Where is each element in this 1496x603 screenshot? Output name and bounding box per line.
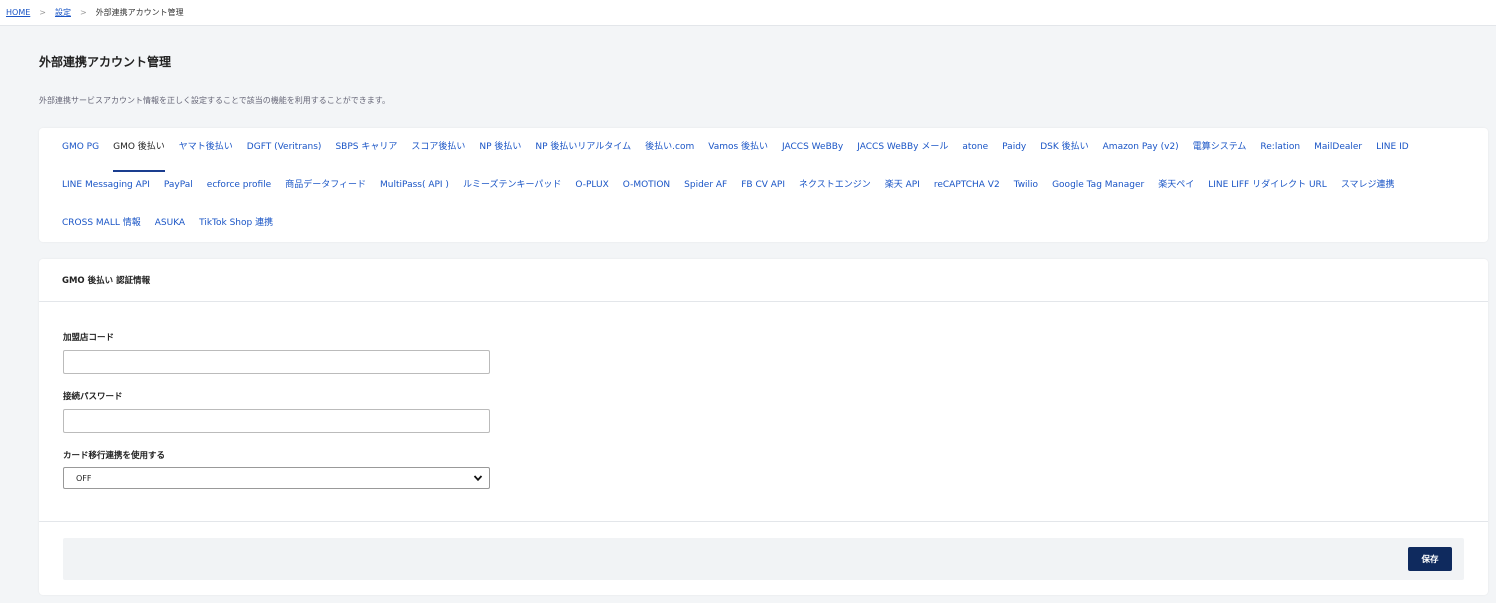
credentials-form-card: GMO 後払い 認証情報 加盟店コード 接続パスワード カード移行連携を使用する… [39, 259, 1488, 595]
shop-code-label: 加盟店コード [63, 333, 115, 343]
tab-item[interactable]: Vamos 後払い [708, 134, 768, 172]
breadcrumb-settings-link[interactable]: 設定 [55, 7, 71, 18]
tab-item[interactable]: MailDealer [1314, 134, 1362, 172]
tab-item[interactable]: Google Tag Manager [1052, 172, 1144, 210]
tab-item[interactable]: SBPS キャリア [335, 134, 397, 172]
password-field: 接続パスワード [63, 390, 1488, 433]
save-button[interactable]: 保存 [1408, 547, 1452, 571]
breadcrumb-home-link[interactable]: HOME [6, 8, 30, 17]
tab-item[interactable]: DSK 後払い [1040, 134, 1088, 172]
tab-item[interactable]: DGFT (Veritrans) [247, 134, 322, 172]
tab-row: GMO PG GMO 後払い ヤマト後払い DGFT (Veritrans) SBPS … [62, 134, 1468, 172]
password-label: 接続パスワード [63, 392, 123, 402]
card-migration-select[interactable]: OFF [63, 467, 490, 489]
page-description: 外部連携サービスアカウント情報を正しく設定することで該当の機能を利用することがで… [39, 96, 390, 105]
tab-item[interactable]: NP 後払い [479, 134, 521, 172]
breadcrumb: HOME > 設定 > 外部連携アカウント管理 [0, 0, 1496, 26]
tab-item[interactable]: JACCS WeBBy メール [857, 134, 948, 172]
tab-item[interactable]: O-PLUX [575, 172, 608, 210]
tab-item[interactable]: O-MOTION [623, 172, 670, 210]
tab-item[interactable]: Amazon Pay (v2) [1103, 134, 1179, 172]
tab-item[interactable]: 電算システム [1193, 134, 1247, 172]
card-migration-selected-value: OFF [76, 473, 92, 483]
tab-item[interactable]: NP 後払いリアルタイム [535, 134, 631, 172]
form-footer: 保存 [63, 538, 1464, 580]
breadcrumb-separator: > [79, 8, 87, 17]
tab-item[interactable]: 楽天 API [885, 172, 920, 210]
tab-item[interactable]: LINE LIFF リダイレクト URL [1208, 172, 1327, 210]
shop-code-input[interactable] [63, 350, 490, 374]
tab-item[interactable]: reCAPTCHA V2 [934, 172, 1000, 210]
tab-item[interactable]: 商品データフィード [285, 172, 366, 210]
page-title: 外部連携アカウント管理 [39, 55, 172, 69]
tab-item[interactable]: ネクストエンジン [799, 172, 871, 210]
service-tabs: GMO PG GMO 後払い ヤマト後払い DGFT (Veritrans) SBPS … [39, 128, 1488, 242]
tab-item[interactable]: GMO 後払い [113, 134, 165, 172]
tab-item[interactable]: 楽天ペイ [1158, 172, 1194, 210]
breadcrumb-separator: > [39, 8, 46, 17]
chevron-down-icon [473, 475, 483, 482]
tab-item[interactable]: PayPal [164, 172, 193, 210]
tab-item[interactable]: Re:lation [1260, 134, 1300, 172]
tab-item[interactable]: atone [962, 134, 988, 172]
tab-item[interactable]: ASUKA [155, 210, 185, 248]
form-header: GMO 後払い 認証情報 [39, 259, 1488, 302]
tab-item[interactable]: ecforce profile [207, 172, 271, 210]
form-body: 加盟店コード 接続パスワード カード移行連携を使用する OFF [39, 302, 1488, 522]
tab-item[interactable]: Spider AF [684, 172, 727, 210]
shop-code-field: 加盟店コード [63, 331, 1488, 374]
tab-item[interactable]: スコア後払い [411, 134, 465, 172]
tab-item[interactable]: CROSS MALL 情報 [62, 210, 141, 248]
tab-row: CROSS MALL 情報 ASUKA TikTok Shop 連携 [62, 210, 1468, 248]
tab-row: LINE Messaging API PayPal ecforce profile 商… [62, 172, 1468, 210]
card-migration-label: カード移行連携を使用する [63, 451, 166, 461]
password-input[interactable] [63, 409, 490, 433]
breadcrumb-current: 外部連携アカウント管理 [95, 8, 184, 17]
tab-item[interactable]: LINE ID [1376, 134, 1409, 172]
tab-item[interactable]: LINE Messaging API [62, 172, 150, 210]
tab-item[interactable]: Paidy [1002, 134, 1026, 172]
tab-item[interactable]: Twilio [1014, 172, 1038, 210]
tab-item[interactable]: FB CV API [741, 172, 785, 210]
tab-item[interactable]: スマレジ連携 [1341, 172, 1395, 210]
tab-item[interactable]: ルミーズテンキーパッド [463, 172, 561, 210]
card-migration-field: カード移行連携を使用する OFF [63, 449, 1488, 489]
tab-item[interactable]: TikTok Shop 連携 [199, 210, 273, 248]
tab-item[interactable]: JACCS WeBBy [782, 134, 843, 172]
tab-item[interactable]: GMO PG [62, 134, 99, 172]
tab-item[interactable]: MultiPass( API ) [380, 172, 449, 210]
tab-item[interactable]: ヤマト後払い [179, 134, 233, 172]
tab-item[interactable]: 後払い.com [645, 134, 694, 172]
